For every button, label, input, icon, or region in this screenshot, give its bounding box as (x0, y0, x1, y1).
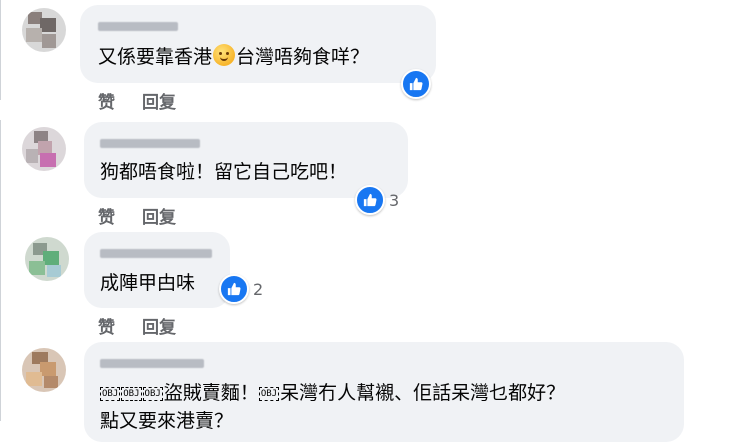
comment-bubble: 成陣甲甴味 (84, 232, 230, 308)
reaction-badge[interactable] (401, 69, 435, 99)
author-name[interactable] (100, 139, 200, 148)
thinking-face-emoji (213, 44, 236, 66)
like-action[interactable]: 赞 (98, 313, 115, 338)
like-icon (401, 69, 431, 99)
missing-glyph-icon: OBJ (258, 387, 280, 401)
comment-bubble: OBJ OBJ OBJ 盜賊賣麵！ OBJ 呆灣冇人幫襯、佢話呆灣乜都好？ 點又要來港賣？ (84, 342, 684, 442)
avatar[interactable] (22, 127, 66, 171)
reaction-count: 3 (389, 190, 400, 210)
author-name[interactable] (98, 22, 178, 31)
avatar[interactable] (22, 8, 66, 52)
reply-action[interactable]: 回复 (142, 203, 176, 228)
like-action[interactable]: 赞 (98, 203, 115, 228)
like-icon (219, 274, 249, 304)
avatar[interactable] (22, 348, 66, 392)
like-icon (355, 185, 385, 215)
comment-bubble: 又係要靠香港 台灣唔夠食咩？ (80, 5, 436, 83)
author-name[interactable] (100, 249, 212, 258)
reply-action[interactable]: 回复 (142, 88, 176, 113)
reaction-count: 2 (253, 279, 264, 299)
thread-line (0, 120, 1, 421)
author-name[interactable] (100, 359, 204, 368)
like-action[interactable]: 赞 (98, 88, 115, 113)
comment-text: 成陣甲甴味 (100, 272, 196, 294)
reaction-badge[interactable]: 2 (219, 274, 264, 304)
missing-glyph-icon: OBJ (121, 387, 142, 401)
comment-text: 又係要靠香港 台灣唔夠食咩？ (98, 44, 370, 68)
reaction-badge[interactable]: 3 (355, 185, 400, 215)
missing-glyph-icon: OBJ (100, 387, 121, 401)
comment-text: 狗都唔食啦！留它自己吃吧！ (100, 161, 348, 183)
reply-action[interactable]: 回复 (142, 313, 176, 338)
comment-text-line-2: 點又要來港賣？ (100, 410, 234, 432)
missing-glyph-icon: OBJ (142, 387, 163, 401)
thread-line (0, 0, 1, 100)
comment-text: OBJ OBJ OBJ 盜賊賣麵！ OBJ 呆灣冇人幫襯、佢話呆灣乜都好？ (100, 382, 566, 404)
avatar[interactable] (25, 237, 69, 281)
